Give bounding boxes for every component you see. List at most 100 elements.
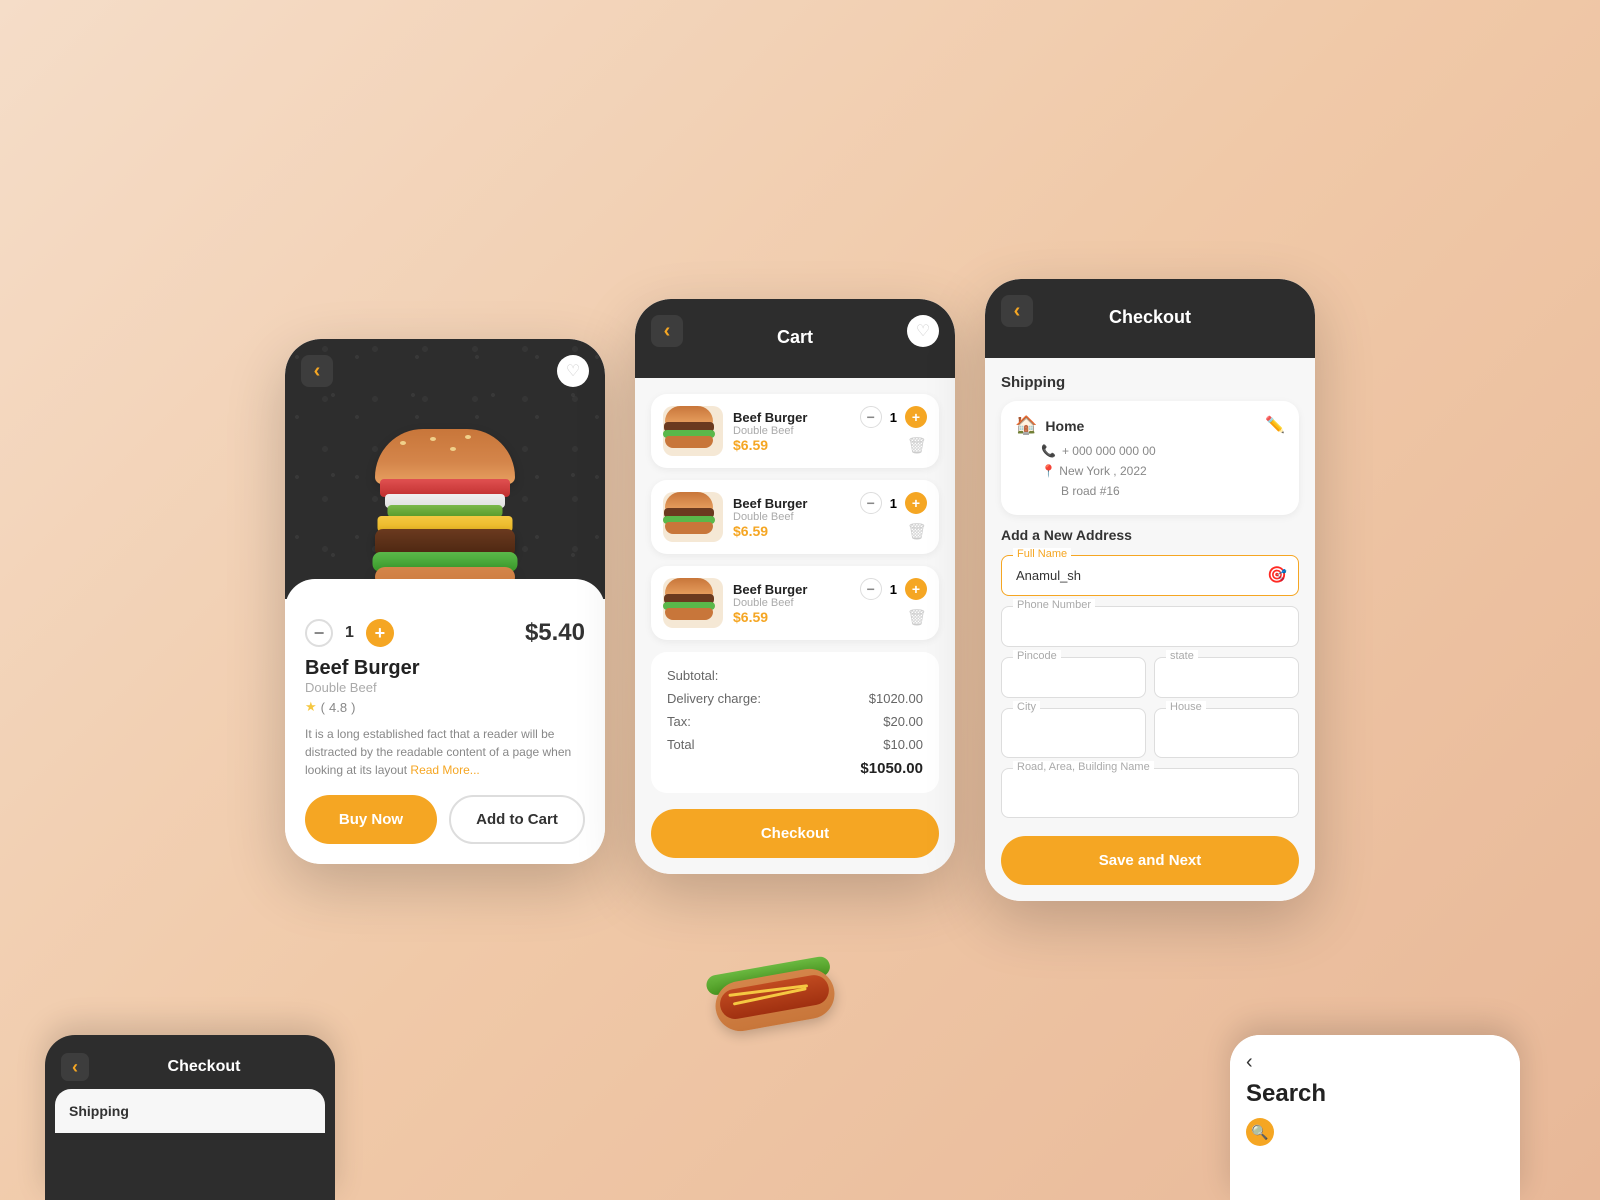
subtotal-label: Subtotal: xyxy=(667,668,718,683)
road-input[interactable] xyxy=(1001,768,1299,818)
cart-item-controls-group: − 1 + 🗑 xyxy=(860,578,927,628)
cart-decrease-button[interactable]: − xyxy=(860,492,882,514)
checkout-back-button[interactable] xyxy=(1001,295,1033,327)
product-body: − 1 + $5.40 Beef Burger Double Beef ★ (4… xyxy=(285,579,605,864)
cart-delete-button[interactable]: 🗑 xyxy=(907,436,927,456)
product-favorite-button[interactable] xyxy=(557,355,589,387)
grand-total: $1050.00 xyxy=(667,760,923,777)
quantity-decrease-button[interactable]: − xyxy=(305,619,333,647)
pincode-field: Pincode xyxy=(1001,657,1146,698)
cart-item-sub: Double Beef xyxy=(733,597,850,609)
phone-detail: 📞 + 000 000 000 00 xyxy=(1015,444,1285,458)
product-price: $5.40 xyxy=(525,619,585,647)
cart-decrease-button[interactable]: − xyxy=(860,406,882,428)
action-buttons: Buy Now Add to Cart xyxy=(305,795,585,844)
product-description: It is a long established fact that a rea… xyxy=(305,725,585,779)
cart-item: Beef Burger Double Beef $6.59 − 1 + 🗑 xyxy=(651,566,939,640)
cart-item-info: Beef Burger Double Beef $6.59 xyxy=(733,496,850,539)
mini-bun-bottom xyxy=(665,522,713,534)
cart-item-price: $6.59 xyxy=(733,609,850,625)
edit-address-button[interactable]: ✏️ xyxy=(1265,415,1285,435)
search-back-button[interactable]: ‹ xyxy=(1246,1051,1504,1074)
checkout-screen: Checkout Shipping 🏠 Home 📞 + 000 000 000… xyxy=(985,279,1315,900)
state-field: state xyxy=(1154,657,1299,698)
phone-number-field: Phone Number xyxy=(1001,606,1299,647)
state-label: state xyxy=(1166,650,1198,662)
city-house-row: City House xyxy=(1001,708,1299,768)
cart-item-name: Beef Burger xyxy=(733,582,850,597)
add-to-cart-button[interactable]: Add to Cart xyxy=(449,795,585,844)
product-screen: − 1 + $5.40 Beef Burger Double Beef ★ (4… xyxy=(285,339,605,864)
cart-item-qty-controls: − 1 + xyxy=(860,578,927,600)
cart-checkout-button[interactable]: Checkout xyxy=(651,809,939,858)
product-header xyxy=(285,339,605,599)
bun-top-layer xyxy=(375,429,515,484)
search-input-row: 🔍 xyxy=(1246,1118,1504,1146)
checkout-partial-shipping: Shipping xyxy=(69,1103,311,1119)
cart-decrease-button[interactable]: − xyxy=(860,578,882,600)
search-partial-header: ‹ Search 🔍 xyxy=(1230,1035,1520,1154)
cart-summary: Subtotal: Delivery charge: $1020.00 Tax:… xyxy=(651,652,939,793)
spacer xyxy=(335,1035,1230,1200)
state-input[interactable] xyxy=(1154,657,1299,698)
checkout-partial-back-button[interactable]: ‹ xyxy=(61,1053,89,1081)
cart-item-sub: Double Beef xyxy=(733,425,850,437)
product-back-button[interactable] xyxy=(301,355,333,387)
hotdog-decoration xyxy=(704,949,846,1050)
road-field: Road, Area, Building Name xyxy=(1001,768,1299,818)
bottom-screens-container: ‹ Checkout Shipping ‹ Search 🔍 xyxy=(0,1035,1600,1200)
city-label: City xyxy=(1013,701,1040,713)
cart-item-qty-controls: − 1 + xyxy=(860,406,927,428)
save-next-button[interactable]: Save and Next xyxy=(1001,836,1299,885)
shipping-label: Shipping xyxy=(1001,374,1299,391)
cart-increase-button[interactable]: + xyxy=(905,492,927,514)
quantity-value: 1 xyxy=(345,624,354,642)
location-icon: 📍 New York , 2022 xyxy=(1041,462,1285,481)
rating-number: 4.8 xyxy=(329,700,347,715)
read-more-link[interactable]: Read More... xyxy=(410,763,479,777)
delivery-label: Delivery charge: xyxy=(667,691,761,706)
cart-item-name: Beef Burger xyxy=(733,496,850,511)
full-name-input[interactable] xyxy=(1001,555,1299,596)
phone-number-label: Phone Number xyxy=(1013,599,1095,611)
checkout-header: Checkout xyxy=(985,279,1315,358)
tax-value: $20.00 xyxy=(883,714,923,729)
quantity-increase-button[interactable]: + xyxy=(366,619,394,647)
cart-item: Beef Burger Double Beef $6.59 − 1 + 🗑 xyxy=(651,480,939,554)
full-name-label: Full Name xyxy=(1013,548,1071,560)
total-label: Total xyxy=(667,737,694,752)
cart-item-controls-group: − 1 + 🗑 xyxy=(860,492,927,542)
subtotal-row: Subtotal: xyxy=(667,668,923,683)
cart-increase-button[interactable]: + xyxy=(905,406,927,428)
cart-title: Cart xyxy=(651,319,939,348)
phone-number-input[interactable] xyxy=(1001,606,1299,647)
product-burger-image xyxy=(335,419,555,599)
cart-item-sub: Double Beef xyxy=(733,511,850,523)
full-name-field: Full Name 🎯 xyxy=(1001,555,1299,596)
search-partial-screen: ‹ Search 🔍 xyxy=(1230,1035,1520,1200)
cart-qty-value: 1 xyxy=(890,410,897,425)
location-icon: 🎯 xyxy=(1267,565,1287,585)
total-value: $10.00 xyxy=(883,737,923,752)
product-subtitle: Double Beef xyxy=(305,680,585,695)
mini-bun-bottom xyxy=(665,608,713,620)
cart-body: Beef Burger Double Beef $6.59 − 1 + 🗑 xyxy=(635,378,955,874)
house-input[interactable] xyxy=(1154,708,1299,758)
cart-item-info: Beef Burger Double Beef $6.59 xyxy=(733,410,850,453)
cart-qty-value: 1 xyxy=(890,496,897,511)
cart-back-button[interactable] xyxy=(651,315,683,347)
pincode-state-row: Pincode state xyxy=(1001,657,1299,708)
tax-row: Tax: $20.00 xyxy=(667,714,923,729)
cart-delete-button[interactable]: 🗑 xyxy=(907,608,927,628)
cart-item-price: $6.59 xyxy=(733,437,850,453)
mini-bun-bottom xyxy=(665,436,713,448)
checkout-partial-screen: ‹ Checkout Shipping xyxy=(45,1035,335,1200)
city-input[interactable] xyxy=(1001,708,1146,758)
cart-delete-button[interactable]: 🗑 xyxy=(907,522,927,542)
cart-increase-button[interactable]: + xyxy=(905,578,927,600)
cart-item-qty-controls: − 1 + xyxy=(860,492,927,514)
city-field: City xyxy=(1001,708,1146,758)
buy-now-button[interactable]: Buy Now xyxy=(305,795,437,844)
pincode-input[interactable] xyxy=(1001,657,1146,698)
checkout-partial-body: Shipping xyxy=(55,1089,325,1133)
